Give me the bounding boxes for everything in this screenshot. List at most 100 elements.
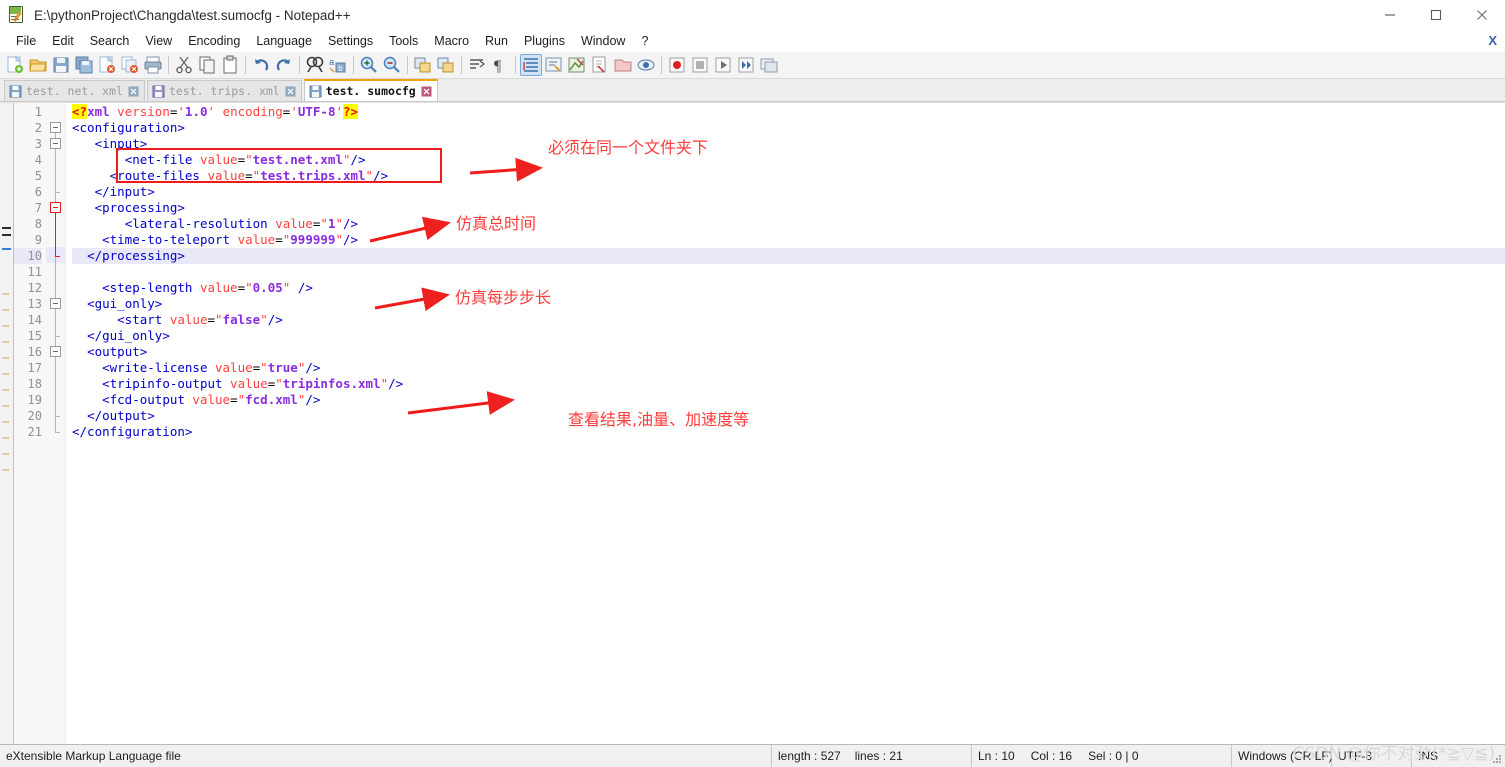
code-line[interactable]: </input>: [72, 184, 1505, 200]
run-macro-multiple-icon[interactable]: [735, 54, 757, 76]
fold-end-tick: [55, 336, 60, 337]
menu-tools[interactable]: Tools: [381, 31, 426, 51]
menu-encoding[interactable]: Encoding: [180, 31, 248, 51]
status-bar: eXtensible Markup Language file length :…: [0, 744, 1505, 767]
fold-toggle-icon[interactable]: [50, 122, 61, 133]
undo-icon[interactable]: [250, 54, 272, 76]
editor-area[interactable]: 1 2 3 4 5 6 7 8 9 10 11 12 13 14 15 16 17 18 19 20 21 <?xml …: [0, 102, 1505, 744]
print-icon[interactable]: [142, 54, 164, 76]
code-line[interactable]: </output>: [72, 408, 1505, 424]
record-macro-icon[interactable]: [666, 54, 688, 76]
code-line[interactable]: <processing>: [72, 200, 1505, 216]
code-token: tripinfos.xml: [282, 376, 381, 391]
tab-test-trips-xml[interactable]: test. trips. xml: [146, 80, 302, 101]
menu-window[interactable]: Window: [573, 31, 633, 51]
line-number: 2: [34, 121, 42, 135]
paste-icon[interactable]: [219, 54, 241, 76]
word-wrap-icon[interactable]: [466, 54, 488, 76]
tab-test-sumocfg[interactable]: test. sumocfg: [303, 79, 438, 101]
save-icon[interactable]: [50, 54, 72, 76]
code-line[interactable]: <route-files value="test.trips.xml"/>: [72, 168, 1505, 184]
fold-end-tick: [55, 192, 60, 193]
zoom-in-icon[interactable]: [358, 54, 380, 76]
fold-toggle-icon[interactable]: [50, 298, 61, 309]
show-document-map-icon[interactable]: [566, 54, 588, 76]
code-line[interactable]: <time-to-teleport value="999999"/>: [72, 232, 1505, 248]
menu-search[interactable]: Search: [82, 31, 138, 51]
code-token: UTF-8: [297, 104, 336, 119]
code-line[interactable]: [72, 264, 1505, 280]
tab-close-icon[interactable]: [285, 86, 296, 97]
copy-icon[interactable]: [196, 54, 218, 76]
show-all-characters-icon[interactable]: ¶: [489, 54, 511, 76]
code-line[interactable]: <start value="false"/>: [72, 312, 1505, 328]
sync-horizontal-scroll-icon[interactable]: [435, 54, 457, 76]
new-file-icon[interactable]: [4, 54, 26, 76]
open-file-icon[interactable]: [27, 54, 49, 76]
close-button[interactable]: [1459, 0, 1505, 30]
bookmark-rail[interactable]: [0, 103, 14, 744]
code-line[interactable]: <input>: [72, 136, 1505, 152]
monitoring-icon[interactable]: [635, 54, 657, 76]
sync-vertical-scroll-icon[interactable]: [412, 54, 434, 76]
status-encoding[interactable]: UTF-8: [1332, 744, 1412, 767]
code-text[interactable]: <?xml version='1.0' encoding='UTF-8'?> <c…: [66, 103, 1505, 744]
menu-settings[interactable]: Settings: [320, 31, 381, 51]
playback-macro-icon[interactable]: [712, 54, 734, 76]
tab-close-icon[interactable]: [421, 86, 432, 97]
menu-macro[interactable]: Macro: [426, 31, 477, 51]
code-token: />: [342, 232, 359, 247]
close-document-button[interactable]: X: [1488, 33, 1497, 48]
code-folding-gutter[interactable]: [46, 103, 66, 744]
status-insert-mode[interactable]: INS: [1412, 745, 1472, 767]
line-number: 17: [27, 361, 42, 375]
menu-run[interactable]: Run: [477, 31, 516, 51]
fold-toggle-icon[interactable]: [50, 138, 61, 149]
code-line[interactable]: <?xml version='1.0' encoding='UTF-8'?>: [72, 104, 1505, 120]
code-line[interactable]: </gui_only>: [72, 328, 1505, 344]
code-line[interactable]: <output>: [72, 344, 1505, 360]
status-col: Col : 16: [1030, 749, 1073, 763]
folder-as-workspace-icon[interactable]: [612, 54, 634, 76]
code-line[interactable]: <gui_only>: [72, 296, 1505, 312]
code-line[interactable]: <net-file value="test.net.xml"/>: [72, 152, 1505, 168]
zoom-out-icon[interactable]: [381, 54, 403, 76]
menu-view[interactable]: View: [137, 31, 180, 51]
resize-grip[interactable]: [1492, 755, 1502, 765]
cut-icon[interactable]: [173, 54, 195, 76]
code-line[interactable]: <step-length value="0.05" />: [72, 280, 1505, 296]
fold-toggle-icon[interactable]: [50, 202, 61, 213]
user-defined-language-icon[interactable]: [543, 54, 565, 76]
redo-icon[interactable]: [273, 54, 295, 76]
menu-help[interactable]: ?: [633, 31, 656, 51]
code-line[interactable]: <tripinfo-output value="tripinfos.xml"/>: [72, 376, 1505, 392]
menu-language[interactable]: Language: [248, 31, 320, 51]
tab-close-icon[interactable]: [128, 86, 139, 97]
find-icon[interactable]: [304, 54, 326, 76]
fold-cell[interactable]: [46, 103, 65, 119]
tab-test-net-xml[interactable]: test. net. xml: [4, 80, 145, 101]
save-all-icon[interactable]: [73, 54, 95, 76]
function-list-icon[interactable]: [589, 54, 611, 76]
close-all-files-icon[interactable]: [119, 54, 141, 76]
status-eol-format[interactable]: Windows (CR LF): [1232, 744, 1333, 767]
menu-file[interactable]: File: [8, 31, 44, 51]
maximize-button[interactable]: [1413, 0, 1459, 30]
menu-edit[interactable]: Edit: [44, 31, 82, 51]
code-token: />: [267, 312, 283, 327]
minimize-button[interactable]: [1367, 0, 1413, 30]
fold-toggle-icon[interactable]: [50, 346, 61, 357]
code-line[interactable]: <write-license value="true"/>: [72, 360, 1505, 376]
indent-guide-icon[interactable]: [520, 54, 542, 76]
save-macro-icon[interactable]: [758, 54, 780, 76]
replace-icon[interactable]: ab: [327, 54, 349, 76]
code-line[interactable]: <fcd-output value="fcd.xml"/>: [72, 392, 1505, 408]
menu-plugins[interactable]: Plugins: [516, 31, 573, 51]
stop-macro-icon[interactable]: [689, 54, 711, 76]
code-line[interactable]: <configuration>: [72, 120, 1505, 136]
close-file-icon[interactable]: [96, 54, 118, 76]
code-line[interactable]: </processing>: [72, 248, 1505, 264]
code-line[interactable]: <lateral-resolution value="1"/>: [72, 216, 1505, 232]
code-line[interactable]: </configuration>: [72, 424, 1505, 440]
